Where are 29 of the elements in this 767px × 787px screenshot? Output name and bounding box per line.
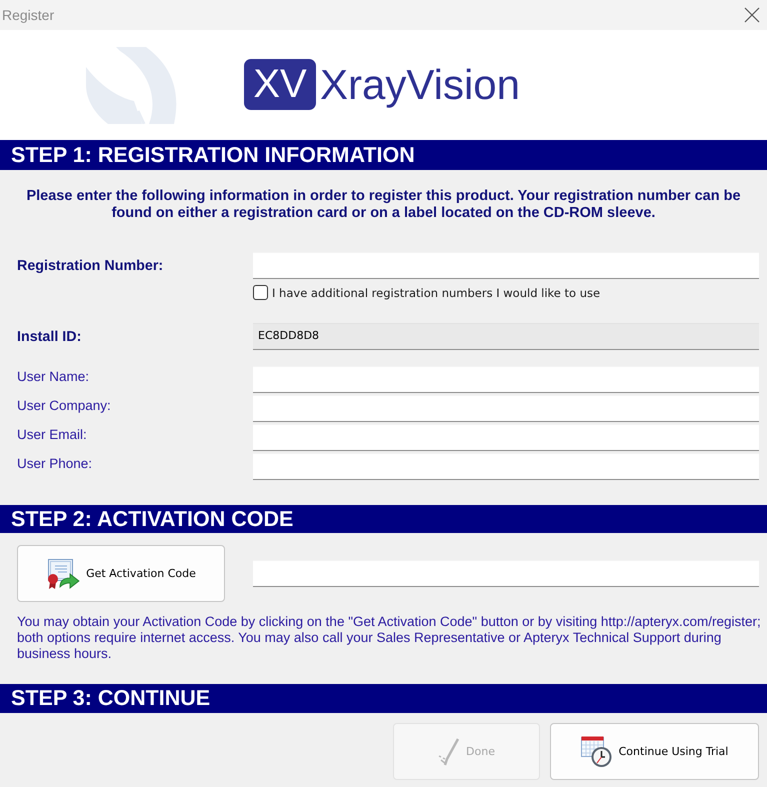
checkbox[interactable]: [253, 285, 268, 300]
window-title: Register: [2, 7, 54, 23]
check-icon: [438, 738, 460, 766]
certificate-icon: [46, 558, 80, 590]
instructions-text: Please enter the following information in order to register this product. Your registration number can be found on either a registration card or on a label located on the CD-ROM sleeve.: [25, 188, 742, 222]
close-button[interactable]: [744, 7, 760, 23]
step-heading: STEP 1: REGISTRATION INFORMATION: [0, 140, 767, 170]
calendar-clock-icon: [580, 736, 613, 768]
input-field[interactable]: [253, 424, 759, 451]
step-heading: STEP 3: CONTINUE: [0, 684, 767, 713]
input-field[interactable]: [253, 453, 759, 480]
field-label: User Phone:: [17, 455, 92, 472]
registration-number-field[interactable]: [253, 252, 759, 279]
field-label: Install ID:: [17, 328, 82, 345]
logo-badge: XV: [244, 59, 316, 110]
logo-wordmark: XrayVision: [320, 60, 520, 110]
field-label: User Email:: [17, 426, 87, 443]
continue-trial-button[interactable]: Continue Using Trial: [550, 723, 759, 780]
field-label: User Name:: [17, 368, 90, 385]
checkbox-label: I have additional registration numbers I would like to use: [272, 286, 600, 300]
field-label: User Company:: [17, 397, 111, 414]
activation-note-text: You may obtain your Activation Code by clicking on the "Get Activation Code" button or by visiting http://apteryx.com/register; both options require internet access. You may also call your Sales Representative or Apteryx Technical Support during business hours.: [16, 614, 762, 662]
input-field[interactable]: [253, 366, 759, 393]
field-label: Registration Number:: [17, 257, 164, 274]
get-activation-code-button[interactable]: Get Activation Code: [17, 545, 225, 602]
input-field[interactable]: [253, 395, 759, 422]
activation-code-field[interactable]: [253, 560, 759, 587]
install-id-field[interactable]: EC8DD8D8: [253, 323, 759, 350]
step-heading: STEP 2: ACTIVATION CODE: [0, 505, 767, 533]
